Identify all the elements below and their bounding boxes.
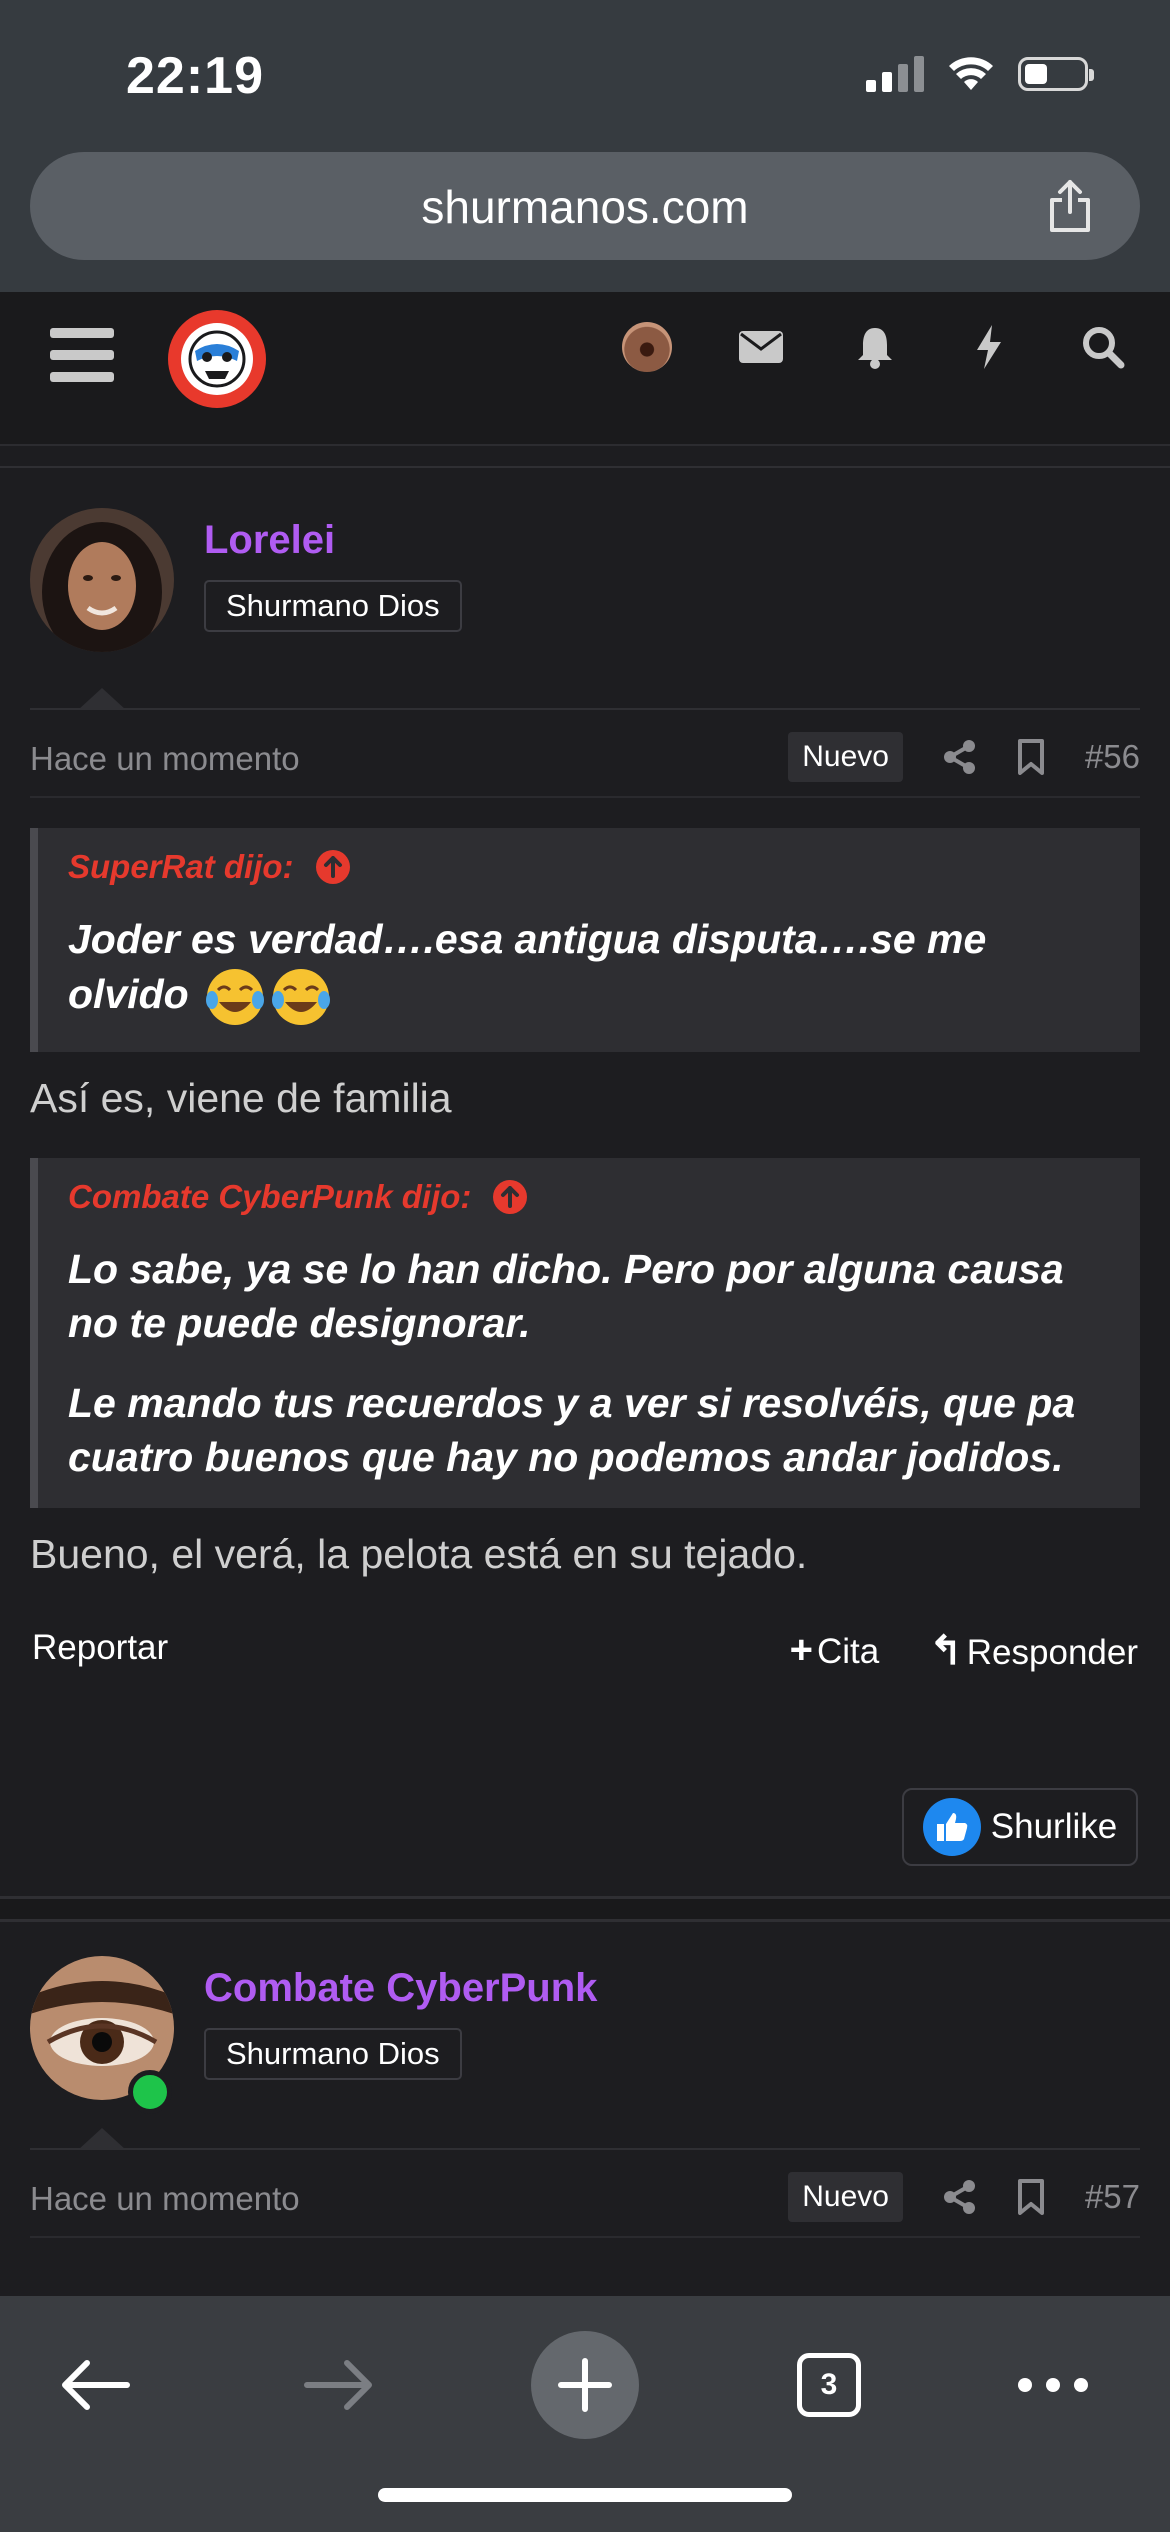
quote-block: Combate CyberPunk dijo: Lo sabe, ya se l… bbox=[30, 1158, 1140, 1508]
report-link[interactable]: Reportar bbox=[32, 1628, 168, 1668]
post-text: Así es, viene de familia bbox=[30, 1075, 452, 1121]
post-time[interactable]: Hace un momento bbox=[30, 740, 300, 778]
share-icon[interactable] bbox=[943, 739, 977, 775]
arrow-up-icon[interactable] bbox=[315, 850, 350, 884]
tears-of-joy-emoji-icon bbox=[272, 969, 331, 1025]
post-meta: Hace un momento Nuevo #56 bbox=[30, 708, 1140, 798]
thumbs-up-icon bbox=[922, 1798, 981, 1856]
post-text: Bueno, el verá, la pelota está en su tej… bbox=[30, 1531, 808, 1577]
arrow-left-icon bbox=[62, 2360, 130, 2410]
share-icon[interactable] bbox=[1040, 176, 1100, 236]
plus-icon bbox=[558, 2358, 612, 2412]
post-time[interactable]: Hace un momento bbox=[30, 2180, 300, 2218]
post-author: Lorelei Shurmano Dios bbox=[0, 466, 1170, 710]
site-logo[interactable] bbox=[168, 310, 266, 408]
post-author: Combate CyberPunk Shurmano Dios bbox=[0, 1922, 1170, 2150]
bell-icon[interactable] bbox=[848, 320, 902, 374]
browser-chrome: 22:19 shurmanos.com bbox=[0, 0, 1170, 292]
quote-header: Combate CyberPunk dijo: bbox=[68, 1178, 1108, 1216]
post-number[interactable]: #56 bbox=[1085, 738, 1140, 776]
avatar[interactable] bbox=[30, 508, 174, 652]
logo-face-icon bbox=[188, 330, 246, 388]
lightning-icon[interactable] bbox=[962, 320, 1016, 374]
arrow-right-icon bbox=[304, 2360, 372, 2410]
more-dots-icon bbox=[1018, 2378, 1088, 2392]
search-icon[interactable] bbox=[1076, 320, 1130, 374]
post-57: Combate CyberPunk Shurmano Dios Hace un … bbox=[0, 1922, 1170, 2238]
header-nav bbox=[620, 320, 1130, 374]
quote-block: SuperRat dijo: Joder es verdad….esa anti… bbox=[30, 828, 1140, 1052]
post-meta: Hace un momento Nuevo #57 bbox=[30, 2148, 1140, 2238]
new-badge: Nuevo bbox=[788, 732, 903, 782]
post-actions: Reportar + Cita ↰ Responder bbox=[32, 1610, 1138, 1696]
home-indicator[interactable] bbox=[378, 2488, 792, 2502]
reply-button[interactable]: ↰ Responder bbox=[929, 1628, 1138, 1674]
site-header bbox=[0, 292, 1170, 446]
battery-icon bbox=[1018, 57, 1094, 91]
post-separator bbox=[0, 1896, 1170, 1922]
reply-icon: ↰ bbox=[929, 1629, 963, 1673]
more-menu-button[interactable] bbox=[998, 2330, 1108, 2440]
menu-icon[interactable] bbox=[50, 328, 114, 384]
online-status-indicator bbox=[128, 2070, 172, 2114]
quote-author[interactable]: SuperRat dijo: bbox=[68, 848, 294, 886]
quote-text: Lo sabe, ya se lo han dicho. Pero por al… bbox=[68, 1246, 1064, 1346]
status-time: 22:19 bbox=[126, 47, 264, 105]
url-text[interactable]: shurmanos.com bbox=[30, 180, 1140, 234]
arrow-up-icon[interactable] bbox=[493, 1180, 528, 1214]
bookmark-icon[interactable] bbox=[1017, 2179, 1045, 2215]
share-icon[interactable] bbox=[943, 2179, 977, 2215]
user-title-badge: Shurmano Dios bbox=[204, 2028, 462, 2080]
user-title-badge: Shurmano Dios bbox=[204, 580, 462, 632]
shurlike-button[interactable]: Shurlike bbox=[902, 1788, 1138, 1866]
username[interactable]: Combate CyberPunk bbox=[204, 1966, 597, 2011]
tab-count: 3 bbox=[797, 2353, 861, 2417]
status-icons bbox=[866, 56, 1094, 92]
tabs-button[interactable]: 3 bbox=[774, 2330, 884, 2440]
address-bar[interactable]: shurmanos.com bbox=[30, 152, 1140, 260]
user-avatar[interactable] bbox=[620, 320, 674, 374]
bookmark-icon[interactable] bbox=[1017, 739, 1045, 775]
quote-text: Joder es verdad….esa antigua disputa….se… bbox=[68, 912, 1108, 1028]
wifi-icon bbox=[949, 57, 993, 90]
shurlike-label: Shurlike bbox=[990, 1807, 1118, 1846]
back-button[interactable] bbox=[40, 2330, 150, 2440]
post-56: Lorelei Shurmano Dios Hace un momento Nu… bbox=[0, 466, 1170, 1866]
quote-author[interactable]: Combate CyberPunk dijo: bbox=[68, 1178, 471, 1216]
notch bbox=[78, 688, 126, 710]
plus-icon: + bbox=[789, 1628, 813, 1672]
notch bbox=[78, 2128, 126, 2150]
tears-of-joy-emoji-icon bbox=[206, 969, 265, 1025]
new-tab-button[interactable] bbox=[530, 2330, 640, 2440]
quote-button[interactable]: + Cita bbox=[790, 1628, 880, 1674]
forward-button[interactable] bbox=[284, 2330, 394, 2440]
quote-text: Le mando tus recuerdos y a ver si resolv… bbox=[68, 1380, 1076, 1480]
new-badge: Nuevo bbox=[788, 2172, 903, 2222]
mail-icon[interactable] bbox=[734, 320, 788, 374]
post-number[interactable]: #57 bbox=[1085, 2178, 1140, 2216]
quote-header: SuperRat dijo: bbox=[68, 848, 1108, 886]
username[interactable]: Lorelei bbox=[204, 518, 335, 563]
cellular-signal-icon bbox=[866, 56, 924, 92]
